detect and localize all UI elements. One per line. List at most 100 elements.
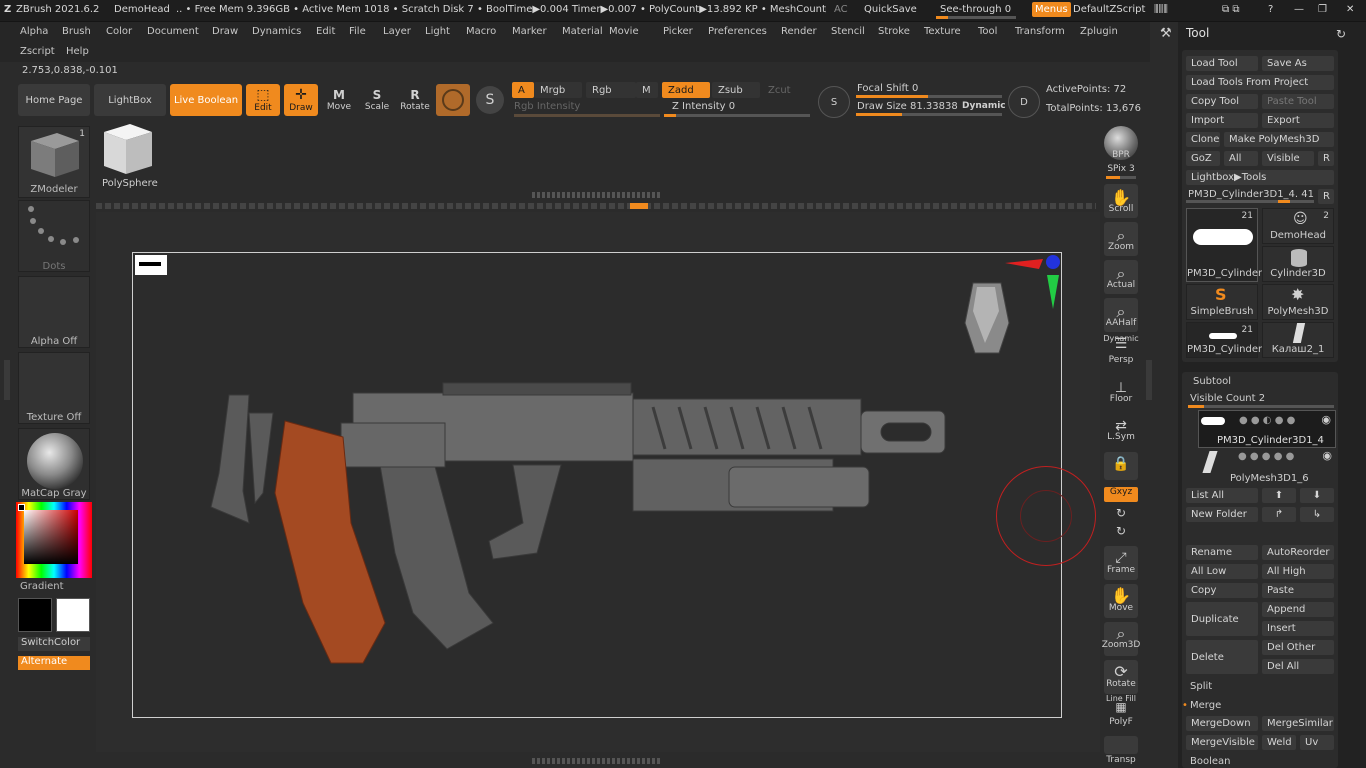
polyf-button[interactable]: ▦ (1104, 700, 1138, 718)
quicksave-button[interactable]: QuickSave (864, 4, 917, 15)
timeline-track[interactable] (96, 203, 1096, 209)
spix-label[interactable]: SPix 3 (1100, 164, 1142, 174)
rifle-model[interactable] (133, 253, 1063, 719)
tool-tile-cylinder3d[interactable]: Cylinder3D (1262, 246, 1334, 282)
refresh-icon[interactable]: ↻ (1336, 27, 1346, 41)
menu-document[interactable]: Document (147, 26, 199, 37)
menu-alpha[interactable]: Alpha (20, 26, 48, 37)
rotate-z-icon[interactable]: ↻ (1100, 524, 1142, 538)
tool-title[interactable]: Tool (1186, 26, 1209, 40)
material-swatch[interactable] (436, 84, 470, 116)
bottom-scroll-handle[interactable] (532, 758, 660, 764)
transp-button[interactable] (1104, 736, 1138, 754)
dynamic-toggle[interactable]: Dynamic (962, 101, 1006, 111)
mergesimilar-button[interactable]: MergeSimilar (1262, 716, 1334, 731)
append-button[interactable]: Append (1262, 602, 1334, 617)
load-tool-button[interactable]: Load Tool (1186, 56, 1258, 71)
subtool-item-active[interactable]: ● ● ◐ ● ● ◉ PM3D_Cylinder3D1_4 (1198, 410, 1336, 448)
m-toggle[interactable]: M (636, 82, 658, 98)
draw-size-slider[interactable] (856, 113, 1002, 116)
move-button[interactable]: M Move (322, 84, 356, 116)
stroke-swatch[interactable]: S (476, 86, 504, 114)
rename-button[interactable]: Rename (1186, 545, 1258, 560)
insert-button[interactable]: Insert (1262, 621, 1334, 636)
zscript-label[interactable]: DefaultZScript (1073, 4, 1145, 15)
subtool-title[interactable]: Subtool (1193, 376, 1231, 387)
list-all-button[interactable]: List All (1186, 488, 1258, 503)
help-icon[interactable]: ? (1268, 4, 1273, 15)
move-up-button[interactable]: ↱ (1262, 507, 1296, 522)
left-tray-handle[interactable] (4, 360, 10, 400)
timeline-marker[interactable] (630, 203, 648, 209)
minimize-icon[interactable]: — (1294, 4, 1304, 15)
all-high-button[interactable]: All High (1262, 564, 1334, 579)
clone-button[interactable]: Clone (1186, 132, 1220, 147)
load-from-project-button[interactable]: Load Tools From Project (1186, 75, 1334, 90)
goz-visible-button[interactable]: Visible (1262, 151, 1314, 166)
menu-macro[interactable]: Macro (466, 26, 496, 37)
menu-render[interactable]: Render (781, 26, 817, 37)
eye-icon[interactable]: ◉ (1322, 449, 1332, 462)
a-toggle[interactable]: A (512, 82, 534, 98)
copy-tool-button[interactable]: Copy Tool (1186, 94, 1258, 109)
zoom3d-button[interactable]: ⌕ (1104, 622, 1138, 656)
split-subpalette[interactable]: Split (1190, 681, 1212, 692)
delete-button[interactable]: Delete (1186, 640, 1258, 674)
right-tray-handle[interactable] (1146, 360, 1152, 400)
lightbox-button[interactable]: LightBox (94, 84, 166, 116)
rgb-intensity-slider[interactable] (514, 114, 660, 117)
document-canvas[interactable] (132, 252, 1062, 718)
live-boolean-button[interactable]: Live Boolean (170, 84, 242, 116)
window-icons[interactable]: ⧉ ⧉ (1222, 4, 1239, 15)
sculptris-icon[interactable]: S (818, 86, 850, 118)
color-picker[interactable] (16, 502, 92, 578)
new-folder-button[interactable]: New Folder (1186, 507, 1258, 522)
copy-subtool-button[interactable]: Copy (1186, 583, 1258, 598)
current-tool-r-button[interactable]: R (1318, 189, 1334, 204)
seethrough-slider[interactable]: See-through 0 (940, 4, 1011, 15)
orientation-gizmo[interactable] (1005, 255, 1060, 309)
lightbox-tools-button[interactable]: Lightbox▶Tools (1186, 170, 1334, 185)
menu-material[interactable]: Material (562, 26, 603, 37)
home-page-button[interactable]: Home Page (18, 84, 90, 116)
zadd-toggle[interactable]: Zadd (662, 82, 710, 98)
autoreorder-button[interactable]: AutoReorder (1262, 545, 1334, 560)
eye-icon[interactable]: ◉ (1321, 413, 1331, 426)
seethrough-track[interactable] (936, 16, 1016, 19)
menu-draw[interactable]: Draw (212, 26, 238, 37)
subtool-toggle-icons[interactable]: ● ● ◐ ● ● (1239, 415, 1295, 426)
menu-file[interactable]: File (349, 26, 366, 37)
color-square[interactable] (24, 510, 78, 564)
visible-count-slider[interactable] (1188, 405, 1334, 408)
top-scroll-handle[interactable] (532, 192, 660, 198)
move-down-button[interactable]: ↳ (1300, 507, 1334, 522)
del-other-button[interactable]: Del Other (1262, 640, 1334, 655)
current-tool-slider[interactable] (1186, 200, 1314, 203)
arrow-down-button[interactable]: ⬇ (1300, 488, 1334, 503)
gradient-label[interactable]: Gradient (20, 581, 92, 592)
menu-zplugin[interactable]: Zplugin (1080, 26, 1118, 37)
arrow-up-button[interactable]: ⬆ (1262, 488, 1296, 503)
z-intensity-slider[interactable] (664, 114, 810, 117)
focal-shift-slider[interactable] (856, 95, 1002, 98)
alternate-button[interactable]: Alternate (18, 656, 90, 670)
rotate-button[interactable]: R Rotate (398, 84, 432, 116)
menu-picker[interactable]: Picker (663, 26, 693, 37)
primary-color-swatch[interactable] (18, 598, 52, 632)
menu-texture[interactable]: Texture (924, 26, 961, 37)
tool-tile-demohead[interactable]: 2 ☺ DemoHead (1262, 208, 1334, 244)
close-icon[interactable]: ✕ (1346, 4, 1354, 15)
switchcolor-button[interactable]: SwitchColor (18, 637, 90, 651)
zsub-toggle[interactable]: Zsub (712, 82, 760, 98)
weld-button[interactable]: Weld (1262, 735, 1296, 750)
menu-tool[interactable]: Tool (978, 26, 997, 37)
menu-preferences[interactable]: Preferences (708, 26, 767, 37)
edit-button[interactable]: ⬚ Edit (246, 84, 280, 116)
tool-tile-kalash[interactable]: Калаш2_1 (1262, 322, 1334, 358)
menu-help[interactable]: Help (66, 46, 89, 57)
rgb-toggle[interactable]: Rgb (586, 82, 636, 98)
subtool-toggle-icons[interactable]: ● ● ● ● ● (1238, 451, 1294, 462)
menu-movie[interactable]: Movie (609, 26, 639, 37)
scale-button[interactable]: S Scale (360, 84, 394, 116)
tool-tile-polymesh3d[interactable]: ✸ PolyMesh3D (1262, 284, 1334, 320)
